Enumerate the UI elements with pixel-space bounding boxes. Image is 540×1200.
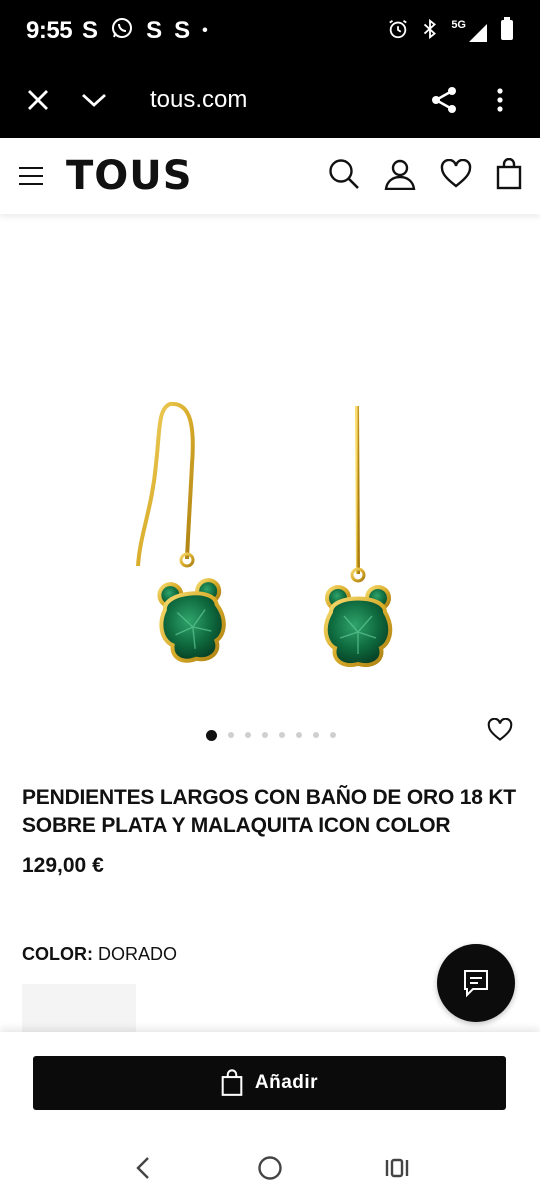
carousel-dot[interactable] <box>279 732 285 738</box>
shopping-bag-icon <box>496 157 522 189</box>
chat-button[interactable] <box>437 944 515 1022</box>
add-to-cart-label: Añadir <box>254 1072 319 1093</box>
add-to-cart-button[interactable]: Añadir <box>33 1056 506 1110</box>
home-circle-icon <box>258 1156 282 1180</box>
carousel-dot[interactable] <box>262 732 268 738</box>
header-actions <box>328 157 522 195</box>
alarm-icon <box>387 18 409 45</box>
carousel-dot[interactable] <box>296 732 302 738</box>
s-app-icon: S <box>146 17 163 44</box>
close-tab-button[interactable] <box>18 80 58 120</box>
site-logo[interactable]: TOUS <box>66 153 193 199</box>
share-icon <box>432 87 456 113</box>
image-carousel-dots <box>0 728 540 742</box>
recents-button[interactable] <box>375 1146 419 1190</box>
browser-toolbar: tous.com <box>0 62 540 138</box>
battery-icon <box>500 16 514 46</box>
chat-icon <box>464 970 488 998</box>
share-button[interactable] <box>424 80 464 120</box>
carousel-dot[interactable] <box>228 732 234 738</box>
home-button[interactable] <box>248 1146 292 1190</box>
color-selection: COLOR: DORADO <box>22 944 177 965</box>
s-app-icon: S <box>82 17 99 44</box>
url-text[interactable]: tous.com <box>150 86 247 114</box>
status-bar: 9:55 S S S • 5G <box>0 0 540 62</box>
status-time: 9:55 <box>26 17 73 44</box>
account-button[interactable] <box>384 158 416 195</box>
carousel-dot[interactable] <box>330 732 336 738</box>
color-label: COLOR: <box>22 944 93 964</box>
more-vert-icon <box>497 88 503 112</box>
browser-menu-button[interactable] <box>480 80 520 120</box>
cart-button[interactable] <box>496 157 522 195</box>
add-to-cart-panel: Añadir <box>0 1032 540 1136</box>
right-bear-charm <box>323 585 393 667</box>
s-app-icon: S <box>174 17 191 44</box>
signal-5g-icon: 5G <box>451 19 488 43</box>
product-price: 129,00 € <box>22 854 104 877</box>
heart-outline-icon <box>487 718 513 741</box>
product-image[interactable] <box>0 214 540 714</box>
back-chevron-icon <box>136 1157 150 1179</box>
heart-icon <box>440 158 472 188</box>
recents-icon <box>385 1158 408 1178</box>
shopping-bag-icon <box>221 1069 243 1096</box>
carousel-dot[interactable] <box>245 732 251 738</box>
menu-icon <box>19 167 43 185</box>
user-icon <box>384 159 416 190</box>
product-title: PENDIENTES LARGOS CON BAÑO DE ORO 18 KT … <box>22 786 516 837</box>
color-swatch[interactable] <box>22 984 136 1032</box>
bluetooth-icon <box>421 18 439 45</box>
carousel-dot[interactable] <box>206 729 217 741</box>
site-header: TOUS <box>0 138 540 214</box>
menu-button[interactable] <box>18 163 44 189</box>
left-bear-charm <box>157 578 226 663</box>
more-notifications-dot: • <box>202 22 208 39</box>
close-icon <box>28 90 48 110</box>
status-right: 5G <box>387 16 514 46</box>
minimize-tab-button[interactable] <box>74 80 114 120</box>
system-navigation-bar <box>0 1136 540 1200</box>
wishlist-button[interactable] <box>440 158 472 194</box>
notification-icons: S S S • <box>82 16 208 47</box>
carousel-dot[interactable] <box>313 732 319 738</box>
add-to-wishlist-button[interactable] <box>484 714 516 746</box>
chevron-down-icon <box>82 93 106 107</box>
back-button[interactable] <box>121 1146 165 1190</box>
search-button[interactable] <box>328 158 360 195</box>
whatsapp-icon <box>110 16 134 47</box>
earrings-illustration <box>136 401 393 667</box>
color-value: DORADO <box>98 944 178 964</box>
search-icon <box>329 158 359 189</box>
